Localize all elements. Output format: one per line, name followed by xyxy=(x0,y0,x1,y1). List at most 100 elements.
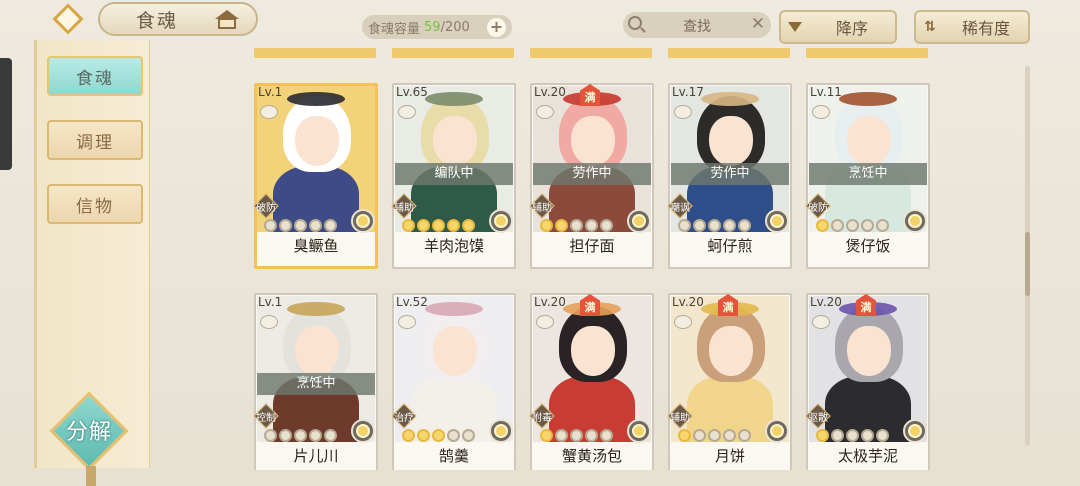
flower-emblem-icon xyxy=(765,209,789,233)
tab-food-soul[interactable]: 食魂 xyxy=(47,56,143,96)
star-icon xyxy=(264,429,277,442)
sort-order-button[interactable]: 降序 xyxy=(779,10,897,44)
portrait-accent xyxy=(839,92,897,106)
star-icon xyxy=(279,219,292,232)
star-icon xyxy=(876,219,889,232)
star-icon xyxy=(708,429,721,442)
star-icon xyxy=(816,219,829,232)
portrait-accent xyxy=(287,92,345,106)
portrait-face xyxy=(433,116,477,166)
device-edge xyxy=(0,58,12,170)
star-icon xyxy=(570,429,583,442)
card-status: 烹饪中 xyxy=(809,163,927,185)
role-label: 辅助 xyxy=(670,413,690,424)
sort-down-icon xyxy=(788,22,802,32)
star-icon xyxy=(861,219,874,232)
food-soul-card[interactable]: Lv.20 满辅助 月饼 xyxy=(667,293,792,470)
scrollbar[interactable] xyxy=(1025,66,1030,446)
flower-emblem-icon xyxy=(903,209,927,233)
star-rating xyxy=(402,429,475,442)
role-label: 破防 xyxy=(256,203,276,214)
lock-icon[interactable] xyxy=(674,315,692,329)
lock-icon[interactable] xyxy=(812,315,830,329)
portrait-accent xyxy=(425,92,483,106)
star-icon xyxy=(831,429,844,442)
food-soul-card[interactable]: Lv.1 破防 臭鳜鱼 xyxy=(253,83,378,269)
star-rating xyxy=(678,429,751,442)
star-rating xyxy=(540,429,613,442)
card-level: Lv.20 xyxy=(534,295,566,309)
star-icon xyxy=(294,219,307,232)
scrollbar-thumb[interactable] xyxy=(1025,232,1030,296)
food-soul-card[interactable]: Lv.11 烹饪中 破防 煲仔饭 xyxy=(805,83,930,269)
card-name: 太极芋泥 xyxy=(837,447,898,465)
card-grid: Lv.1 破防 臭鳜鱼 Lv.65 编队中 辅助 羊肉泡馍 Lv.20 满劳作中 辅助 担仔面 Lv.… xyxy=(160,40,1040,470)
clear-search-icon[interactable]: ✕ xyxy=(751,14,765,34)
food-soul-card[interactable]: Lv.20 满附毒 蟹黄汤包 xyxy=(529,293,654,470)
star-icon xyxy=(555,219,568,232)
lock-icon[interactable] xyxy=(260,315,278,329)
card-name: 片儿川 xyxy=(293,447,339,465)
star-icon xyxy=(279,429,292,442)
flower-emblem-icon xyxy=(489,419,513,443)
star-icon xyxy=(738,219,751,232)
food-soul-card[interactable]: Lv.52 治疗 鹄羹 xyxy=(391,293,516,470)
flower-emblem-icon xyxy=(903,419,927,443)
flower-emblem-icon xyxy=(627,419,651,443)
home-icon[interactable] xyxy=(214,8,240,30)
star-icon xyxy=(846,219,859,232)
sort-key-button[interactable]: ⇅ 稀有度 xyxy=(914,10,1030,44)
card-level: Lv.52 xyxy=(396,295,428,309)
food-soul-card[interactable]: Lv.17 劳作中 嘲讽 蚵仔煎 xyxy=(667,83,792,269)
portrait-accent xyxy=(425,302,483,316)
star-icon xyxy=(846,429,859,442)
lock-icon[interactable] xyxy=(536,315,554,329)
star-icon xyxy=(693,219,706,232)
capacity-add-button[interactable]: + xyxy=(487,18,506,37)
card-status: 劳作中 xyxy=(671,163,789,185)
lock-icon[interactable] xyxy=(674,105,692,119)
food-soul-card[interactable]: Lv.65 编队中 辅助 羊肉泡馍 xyxy=(391,83,516,269)
card-name: 煲仔饭 xyxy=(845,237,891,255)
role-badge: 辅助 xyxy=(667,403,693,429)
star-icon xyxy=(600,429,613,442)
flower-emblem-icon xyxy=(351,209,375,233)
card-level: Lv.20 xyxy=(534,85,566,99)
lock-icon[interactable] xyxy=(260,105,278,119)
star-rating xyxy=(678,219,751,232)
star-icon xyxy=(432,219,445,232)
max-level-badge: 满 xyxy=(856,294,876,316)
star-icon xyxy=(723,219,736,232)
lock-icon[interactable] xyxy=(812,105,830,119)
tab-tuning[interactable]: 调理 xyxy=(47,120,143,160)
role-badge: 治疗 xyxy=(391,403,417,429)
card-name: 臭鳜鱼 xyxy=(293,237,339,255)
lock-icon[interactable] xyxy=(536,105,554,119)
back-button[interactable] xyxy=(44,2,92,36)
tassel-ornament xyxy=(86,466,96,486)
decompose-label: 分解 xyxy=(65,420,112,445)
star-icon xyxy=(876,429,889,442)
food-soul-card[interactable]: Lv.20 满驱散 太极芋泥 xyxy=(805,293,930,470)
card-name: 羊肉泡馍 xyxy=(423,237,484,255)
portrait-face xyxy=(571,116,615,166)
lock-icon[interactable] xyxy=(398,315,416,329)
role-label: 辅助 xyxy=(394,203,414,214)
lock-icon[interactable] xyxy=(398,105,416,119)
role-label: 辅助 xyxy=(532,203,552,214)
decompose-button[interactable]: 分解 xyxy=(49,391,129,471)
star-icon xyxy=(831,219,844,232)
star-icon xyxy=(861,429,874,442)
food-soul-card[interactable]: Lv.1 烹饪中 控制 片儿川 xyxy=(253,293,378,470)
tab-tokens[interactable]: 信物 xyxy=(47,184,143,224)
food-soul-card[interactable]: Lv.20 满劳作中 辅助 担仔面 xyxy=(529,83,654,269)
star-rating xyxy=(402,219,475,232)
star-icon xyxy=(432,429,445,442)
card-name: 蟹黄汤包 xyxy=(561,447,622,465)
search-placeholder: 查找 xyxy=(683,19,711,35)
card-name: 蚵仔煎 xyxy=(707,237,753,255)
capacity-label: 食魂容量 xyxy=(368,21,421,37)
star-rating xyxy=(264,219,337,232)
star-icon xyxy=(678,219,691,232)
search-input[interactable]: 查找 ✕ xyxy=(623,12,771,38)
